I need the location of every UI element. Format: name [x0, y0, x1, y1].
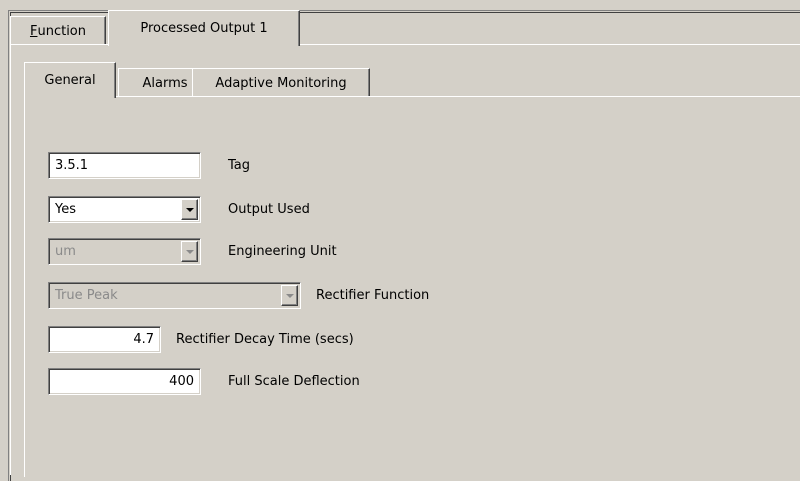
- rectifier-function-select: True Peak: [48, 282, 301, 309]
- tab-function[interactable]: Function: [10, 16, 106, 46]
- tab-processed-output-1[interactable]: Processed Output 1: [108, 10, 300, 46]
- chevron-down-icon: [186, 250, 194, 254]
- tab-general-label: General: [44, 73, 96, 88]
- tab-function-mnemonic: F: [29, 24, 38, 39]
- rectifier-function-dropdown-button: [281, 285, 298, 306]
- output-used-dropdown-button[interactable]: [181, 199, 198, 220]
- engineering-unit-select: um: [48, 238, 201, 265]
- full-scale-deflection-input[interactable]: 400: [48, 368, 201, 395]
- engineering-unit-dropdown-button: [181, 241, 198, 262]
- chevron-down-icon: [286, 294, 294, 298]
- rectifier-function-label: Rectifier Function: [316, 288, 430, 303]
- tab-adaptive-monitoring-label: Adaptive Monitoring: [215, 76, 347, 91]
- tag-label: Tag: [228, 158, 251, 173]
- tag-input[interactable]: 3.5.1: [48, 152, 201, 179]
- tab-processed-output-1-label: Processed Output 1: [140, 21, 268, 36]
- tab-adaptive-monitoring[interactable]: Adaptive Monitoring: [192, 68, 370, 98]
- inner-tab-strip: General Alarms Adaptive Monitoring: [24, 62, 800, 98]
- output-used-label: Output Used: [228, 202, 310, 217]
- output-used-select[interactable]: Yes: [48, 196, 201, 223]
- chevron-down-icon: [186, 208, 194, 212]
- rectifier-decay-time-label: Rectifier Decay Time (secs): [176, 332, 354, 347]
- output-used-value: Yes: [55, 202, 76, 217]
- engineering-unit-label: Engineering Unit: [228, 244, 337, 259]
- tab-general[interactable]: General: [24, 62, 116, 98]
- tab-alarms-label: Alarms: [142, 76, 188, 91]
- rectifier-function-value: True Peak: [55, 288, 118, 303]
- engineering-unit-value: um: [55, 244, 76, 259]
- full-scale-deflection-label: Full Scale Deflection: [228, 374, 360, 389]
- outer-tab-strip: Function Processed Output 1: [10, 10, 800, 46]
- rectifier-decay-time-input[interactable]: 4.7: [48, 326, 161, 353]
- tab-function-label: unction: [37, 24, 86, 39]
